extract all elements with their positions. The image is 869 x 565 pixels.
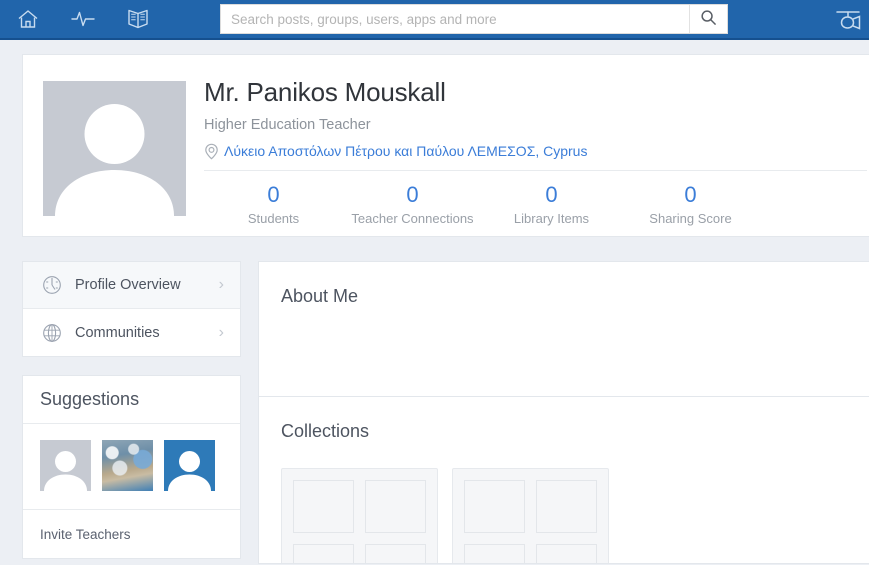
home-icon[interactable] (0, 0, 55, 39)
profile-stats: 0 Students 0 Teacher Connections 0 Libra… (204, 182, 869, 228)
collection-tile (365, 480, 426, 533)
search-icon (700, 9, 717, 29)
collections-title: Collections (281, 421, 370, 441)
stat-library-items[interactable]: 0 Library Items (482, 182, 621, 228)
stat-library-items-label: Library Items (513, 211, 590, 226)
collection-card-2[interactable] (452, 468, 609, 563)
search-input[interactable] (221, 5, 689, 33)
sidebar-item-communities[interactable]: Communities › (23, 309, 240, 356)
collections-panel: Collections (258, 396, 869, 564)
top-nav-right-group (827, 0, 869, 40)
profile-header-card: Mr. Panikos Mouskall Higher Education Te… (22, 54, 869, 237)
stat-sharing-score[interactable]: 0 Sharing Score (621, 182, 760, 228)
about-me-title: About Me (281, 286, 359, 306)
profile-location-link[interactable]: Λύκειο Αποστόλων Πέτρου και Παύλου ΛΕΜΕΣ… (204, 141, 869, 161)
stat-teacher-connections-label: Teacher Connections (351, 211, 474, 226)
avatar[interactable] (43, 81, 186, 216)
sidebar-item-profile-overview-label: Profile Overview (75, 277, 181, 293)
stat-library-items-value: 0 (545, 182, 558, 207)
chevron-right-icon: › (218, 276, 224, 293)
collection-tile (293, 543, 354, 563)
invite-teachers-link[interactable]: Invite Teachers (40, 527, 131, 542)
chevron-right-icon: › (218, 323, 224, 341)
page-title: Mr. Panikos Mouskall (204, 77, 446, 107)
stat-students-label: Students (247, 211, 300, 226)
search-bar[interactable] (220, 4, 728, 34)
suggestions-card: Suggestions Invite Teachers (22, 375, 241, 559)
suggestion-avatar-blue[interactable] (164, 440, 215, 491)
person-placeholder-icon (168, 451, 211, 491)
megaphone-icon[interactable] (827, 0, 869, 40)
sidebar-nav-card: Profile Overview › Communities › (22, 261, 241, 357)
profile-location-text: Λύκειο Αποστόλων Πέτρου και Παύλου ΛΕΜΕΣ… (224, 143, 588, 159)
search-button[interactable] (689, 5, 727, 33)
top-navigation-bar (0, 0, 869, 40)
collections-row (259, 442, 869, 563)
stat-sharing-score-value: 0 (684, 182, 697, 207)
suggestion-avatar-placeholder[interactable] (40, 440, 91, 491)
collection-tile (464, 480, 525, 533)
top-nav-icon-group (0, 0, 165, 39)
book-icon[interactable] (110, 0, 165, 39)
stat-sharing-score-label: Sharing Score (649, 211, 732, 226)
activity-icon[interactable] (55, 0, 110, 39)
about-me-panel: About Me (258, 261, 869, 397)
main-content: About Me Collections (258, 261, 869, 564)
suggestions-title: Suggestions (40, 389, 140, 409)
collection-card-1[interactable] (281, 468, 438, 563)
profile-role: Higher Education Teacher (204, 117, 371, 133)
compass-icon (41, 274, 63, 296)
avatar-placeholder-icon (55, 104, 174, 216)
collection-tile (464, 543, 525, 563)
sidebar-item-profile-overview[interactable]: Profile Overview › (23, 262, 240, 309)
profile-divider (204, 170, 867, 171)
collection-tile (293, 480, 354, 533)
suggestions-thumbnail-row (23, 424, 240, 510)
suggestion-photo-thumbnail[interactable] (102, 440, 153, 491)
collection-tile (536, 480, 597, 533)
person-placeholder-icon (44, 451, 87, 491)
suggestions-footer: Invite Teachers (23, 510, 240, 558)
collection-tile (365, 543, 426, 563)
suggestions-header: Suggestions (23, 376, 240, 424)
location-pin-icon (204, 143, 219, 160)
stat-teacher-connections-value: 0 (406, 182, 419, 207)
profile-info: Mr. Panikos Mouskall Higher Education Te… (204, 75, 869, 228)
sidebar-item-communities-label: Communities (75, 324, 160, 341)
stat-teacher-connections[interactable]: 0 Teacher Connections (343, 182, 482, 228)
stat-students[interactable]: 0 Students (204, 182, 343, 228)
sidebar: Profile Overview › Communities › Suggest… (22, 261, 241, 559)
stat-students-value: 0 (267, 182, 280, 207)
globe-icon (41, 322, 63, 344)
collection-tile (536, 543, 597, 563)
